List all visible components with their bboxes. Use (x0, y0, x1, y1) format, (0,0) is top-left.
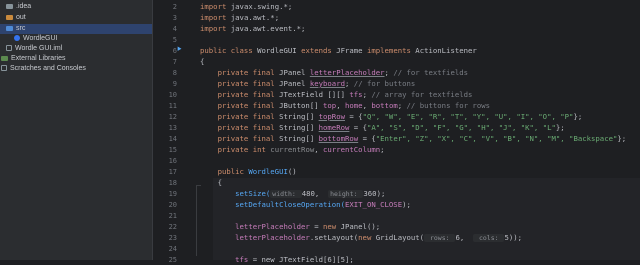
library-icon (1, 55, 8, 61)
line-number: 23 (168, 234, 177, 242)
code-line: import java.awt.*; (200, 13, 280, 22)
tree-item-label: Wordle GUI.iml (15, 45, 63, 52)
class-icon (14, 35, 20, 42)
line-number: 14 (168, 135, 177, 143)
tree-item-label: WordleGUI (23, 35, 58, 42)
line-number: 6 (172, 47, 177, 55)
line-number: 15 (168, 146, 177, 154)
code-line: public WordleGUI() (200, 167, 297, 176)
scratch-icon (1, 65, 7, 72)
folder-icon (6, 14, 13, 20)
line-number: 8 (172, 69, 177, 77)
tree-item-wordlegui[interactable]: WordleGUI (14, 34, 58, 44)
code-line: setDefaultCloseOperation(EXIT_ON_CLOSE); (200, 200, 411, 209)
line-number: 21 (168, 212, 177, 220)
code-line: private final String[] bottomRow = {"Ent… (200, 134, 627, 143)
code-editor[interactable]: import javax.swing.*; import java.awt.*;… (190, 0, 640, 264)
code-line: letterPlaceholder = new JPanel(); (200, 222, 381, 231)
line-number: 18 (168, 179, 177, 187)
line-number: 5 (172, 36, 177, 44)
code-line: private final JButton[] top, home, botto… (200, 101, 491, 110)
code-line: private final JPanel letterPlaceholder; … (200, 68, 469, 77)
implements-gutter-icon[interactable]: ⯈ (176, 45, 182, 55)
code-line: private int currentRow, currentColumn; (200, 145, 385, 154)
line-number: 19 (168, 190, 177, 198)
code-line: tfs = new JTextField[6][5]; (200, 255, 354, 264)
line-number: 12 (168, 113, 177, 121)
line-number: 24 (168, 245, 177, 253)
code-line: private final JTextField [][] tfs; // ar… (200, 90, 473, 99)
tree-item-label: Scratches and Consoles (10, 65, 86, 72)
project-tree-panel: .idea out src WordleGUI Wordle GUI.iml E… (0, 0, 153, 260)
line-number: 7 (172, 58, 177, 66)
tree-item-label: out (16, 14, 26, 21)
tree-item-out[interactable]: out (6, 13, 26, 23)
line-number: 16 (168, 157, 177, 165)
code-line: import javax.swing.*; (200, 2, 293, 11)
tree-item-src[interactable]: src (0, 24, 152, 34)
code-line: setSize(width: 480, height: 360); (200, 189, 386, 198)
line-number: 22 (168, 223, 177, 231)
tree-item-idea[interactable]: .idea (6, 2, 31, 12)
code-line: import java.awt.event.*; (200, 24, 306, 33)
line-number: 3 (172, 14, 177, 22)
line-number: 20 (168, 201, 177, 209)
tree-item-label: .idea (16, 3, 32, 10)
code-line: { (200, 178, 222, 187)
code-line: private final String[] topRow = {"Q", "W… (200, 112, 583, 121)
line-number: 9 (172, 80, 177, 88)
module-file-icon (6, 45, 12, 52)
tree-item-external-libraries[interactable]: External Libraries (1, 54, 65, 64)
tree-item-iml[interactable]: Wordle GUI.iml (6, 44, 62, 54)
line-number: 11 (168, 102, 177, 110)
code-line: private final String[] homeRow = {"A", "… (200, 123, 565, 132)
line-number: 17 (168, 168, 177, 176)
code-line: public class WordleGUI extends JFrame im… (200, 46, 477, 55)
tree-item-label: src (16, 25, 26, 32)
line-number: 25 (168, 256, 177, 264)
folder-icon (6, 25, 13, 31)
line-number: 4 (172, 25, 177, 33)
code-line: private final JPanel keyboard; // for bu… (200, 79, 416, 88)
tree-item-scratches[interactable]: Scratches and Consoles (1, 64, 86, 74)
code-line: letterPlaceholder.setLayout(new GridLayo… (200, 233, 523, 242)
line-number: 2 (172, 3, 177, 11)
folder-icon (6, 3, 13, 9)
line-number: 10 (168, 91, 177, 99)
line-number-gutter: 2 3 4 5 6 7 8 9 10 11 12 13 14 15 16 17 … (153, 0, 187, 264)
line-number: 13 (168, 124, 177, 132)
tree-item-label: External Libraries (11, 55, 66, 62)
code-line: { (200, 57, 205, 66)
